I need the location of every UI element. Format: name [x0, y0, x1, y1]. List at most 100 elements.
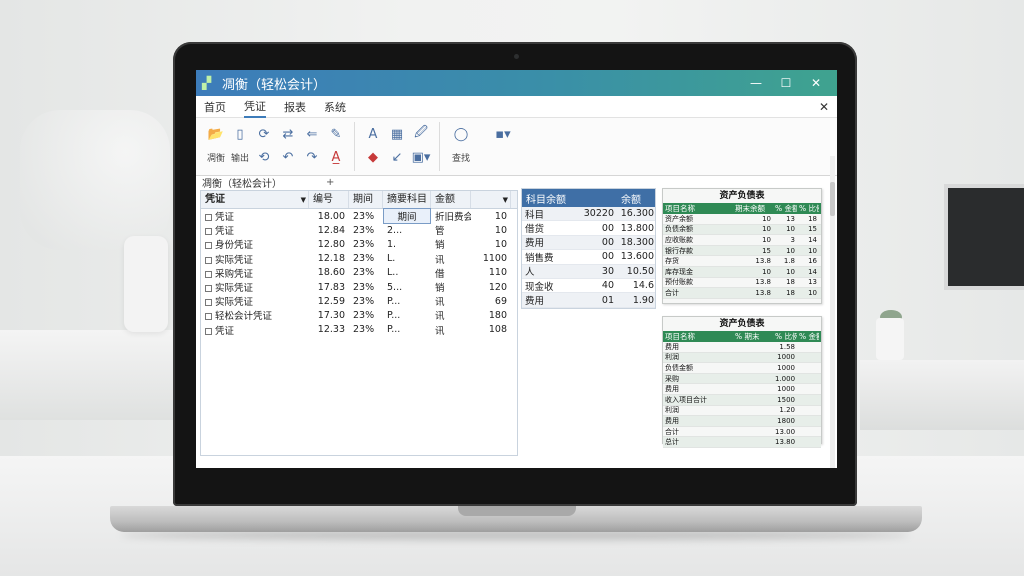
voucher-name-cell[interactable]: 轻松会计凭证	[201, 308, 309, 322]
checkbox[interactable]	[205, 313, 212, 321]
ribbon-label-1[interactable]: 凋衡	[204, 151, 228, 164]
checkbox[interactable]	[205, 214, 212, 222]
report-cell: 应收账款	[665, 235, 693, 244]
report-cell: 1.8	[783, 257, 795, 266]
document-edit-icon[interactable]: 🖉	[409, 123, 433, 145]
folder-icon[interactable]: 📂	[204, 127, 228, 142]
transfer-icon[interactable]: ⇄	[276, 127, 300, 142]
report-cell: 存货	[665, 257, 679, 266]
back-arrow-icon[interactable]: ⇐	[300, 127, 324, 142]
minimize-button[interactable]: —	[741, 76, 771, 90]
redo-icon[interactable]: ↷	[300, 150, 324, 165]
table-row[interactable]: 科目 30220 16.300	[522, 207, 655, 222]
pen-icon[interactable]: ✎	[324, 127, 348, 142]
link-icon[interactable]: ⟳	[252, 127, 276, 142]
sync-icon[interactable]: ⟲	[252, 150, 276, 165]
column-header-summary[interactable]: 摘要科目	[383, 191, 431, 208]
voucher-name-cell[interactable]: 实际凭证	[201, 294, 309, 308]
maximize-button[interactable]: ☐	[771, 76, 801, 90]
table-grid-icon[interactable]: ▦	[385, 127, 409, 142]
checkbox[interactable]	[205, 285, 212, 293]
table-row[interactable]: 采购凭证 18.60 23% L.. 借 110	[201, 266, 517, 280]
table-row[interactable]: 实际凭证 12.18 23% L. 讯 1100	[201, 252, 517, 266]
voucher-name: 身份凭证	[215, 240, 254, 252]
table-row[interactable]: 凭证 12.33 23% P... 讯 108	[201, 323, 517, 337]
camera	[514, 54, 519, 59]
voucher-name-cell[interactable]: 实际凭证	[201, 280, 309, 294]
checkbox[interactable]	[205, 270, 212, 278]
close-document-icon[interactable]: ✕	[819, 100, 829, 114]
pin-icon[interactable]: ↙	[385, 150, 409, 165]
checkbox[interactable]	[205, 327, 212, 335]
table-row[interactable]: 人 30 10.50	[522, 264, 655, 279]
page-icon[interactable]: ▪▾	[488, 127, 518, 142]
column-header-period[interactable]: 期间	[349, 191, 383, 208]
table-row[interactable]: 借货 00 13.800	[522, 221, 655, 236]
add-sheet-button[interactable]: +	[326, 177, 334, 188]
ribbon-label-3[interactable]: 查找	[446, 151, 476, 164]
table-row[interactable]: 实际凭证 12.59 23% P... 讯 69	[201, 294, 517, 308]
checkbox[interactable]	[205, 256, 212, 264]
voucher-name-cell[interactable]: 凭证	[201, 209, 309, 223]
report-cell: 预付账款	[665, 278, 693, 287]
table-row[interactable]: 轻松会计凭证 17.30 23% P... 讯 180	[201, 308, 517, 322]
sheet-tab[interactable]: 凋衡（轻松会计）	[202, 175, 282, 190]
account-code-cell: 00	[601, 222, 614, 234]
font-color-icon[interactable]: A̲	[324, 150, 348, 165]
voucher-name-cell[interactable]: 采购凭证	[201, 266, 309, 280]
scrollbar-thumb[interactable]	[830, 182, 835, 216]
menu-bar: 首页 凭证 报表 系统 ✕	[196, 96, 837, 118]
column-header-amount[interactable]: 金额	[431, 191, 471, 208]
checkbox[interactable]	[205, 242, 212, 250]
table-row[interactable]: 费用 00 18.300	[522, 235, 655, 251]
table-row[interactable]: 现金收 40 14.6	[522, 279, 655, 294]
account-balance-cell: 16.300	[620, 208, 654, 220]
report-2-col-2: % 期末	[735, 332, 760, 341]
voucher-name-cell[interactable]: 凭证	[201, 223, 309, 237]
table-row[interactable]: 凭证 12.84 23% 2... 管 10	[201, 223, 517, 237]
undo-icon[interactable]: ↶	[276, 150, 300, 165]
table-row[interactable]: 实际凭证 17.83 23% 5... 销 120	[201, 280, 517, 294]
column-header-more[interactable]: ▼	[471, 191, 511, 208]
column-header-number[interactable]: 编号	[309, 191, 349, 208]
report-cell: 10	[762, 225, 771, 234]
checkbox[interactable]	[205, 228, 212, 236]
close-button[interactable]: ✕	[801, 76, 831, 90]
report-cell: 15	[762, 246, 771, 255]
table-row[interactable]: 销售费 00 13.600	[522, 250, 655, 265]
report-row: 应收账款 10 3 14	[663, 235, 821, 246]
account-name-cell: 现金收	[525, 281, 554, 293]
ribbon-label-2[interactable]: 输出	[228, 151, 252, 164]
menu-voucher[interactable]: 凭证	[244, 96, 266, 118]
period-cell: 1.	[387, 238, 397, 250]
checkbox[interactable]	[205, 299, 212, 307]
report-2-col-4: % 金额	[799, 332, 819, 341]
menu-system[interactable]: 系统	[324, 97, 346, 117]
column-header-account[interactable]: 科目余额	[522, 191, 617, 206]
border-icon[interactable]: ▣▾	[409, 150, 433, 165]
voucher-name-cell[interactable]: 身份凭证	[201, 237, 309, 251]
subject-cell: 讯	[435, 254, 445, 266]
column-header-voucher[interactable]: 凭证 ▼	[201, 191, 309, 208]
period-cell[interactable]: 期间	[383, 208, 431, 225]
menu-reports[interactable]: 报表	[284, 97, 306, 117]
new-document-icon[interactable]: ▯	[228, 127, 252, 142]
menu-home[interactable]: 首页	[204, 97, 226, 117]
search-icon[interactable]: ◯	[446, 127, 476, 142]
fill-color-icon[interactable]: ◆	[361, 150, 385, 165]
table-row[interactable]: 身份凭证 12.80 23% 1. 销 10	[201, 237, 517, 251]
report-cell: 收入项目合计	[665, 395, 707, 404]
report-1-col-3: % 金额	[775, 204, 797, 213]
date-cell: 17.30	[317, 309, 345, 321]
voucher-name-cell[interactable]: 实际凭证	[201, 252, 309, 266]
subject-cell: 讯	[435, 311, 445, 323]
report-row: 利润 1000	[663, 352, 821, 364]
window-title: 凋衡（轻松会计）	[222, 77, 327, 93]
column-header-balance[interactable]: 余额	[617, 191, 657, 206]
font-icon[interactable]: A	[361, 127, 385, 142]
table-row[interactable]: 凭证 18.00 23% 期间折旧费会计 10	[201, 208, 517, 225]
amount-cell: 110	[488, 267, 507, 279]
table-row[interactable]: 费用 01 1.90	[522, 293, 655, 308]
report-row: 合计 13.00	[663, 427, 821, 438]
voucher-name-cell[interactable]: 凭证	[201, 323, 309, 337]
